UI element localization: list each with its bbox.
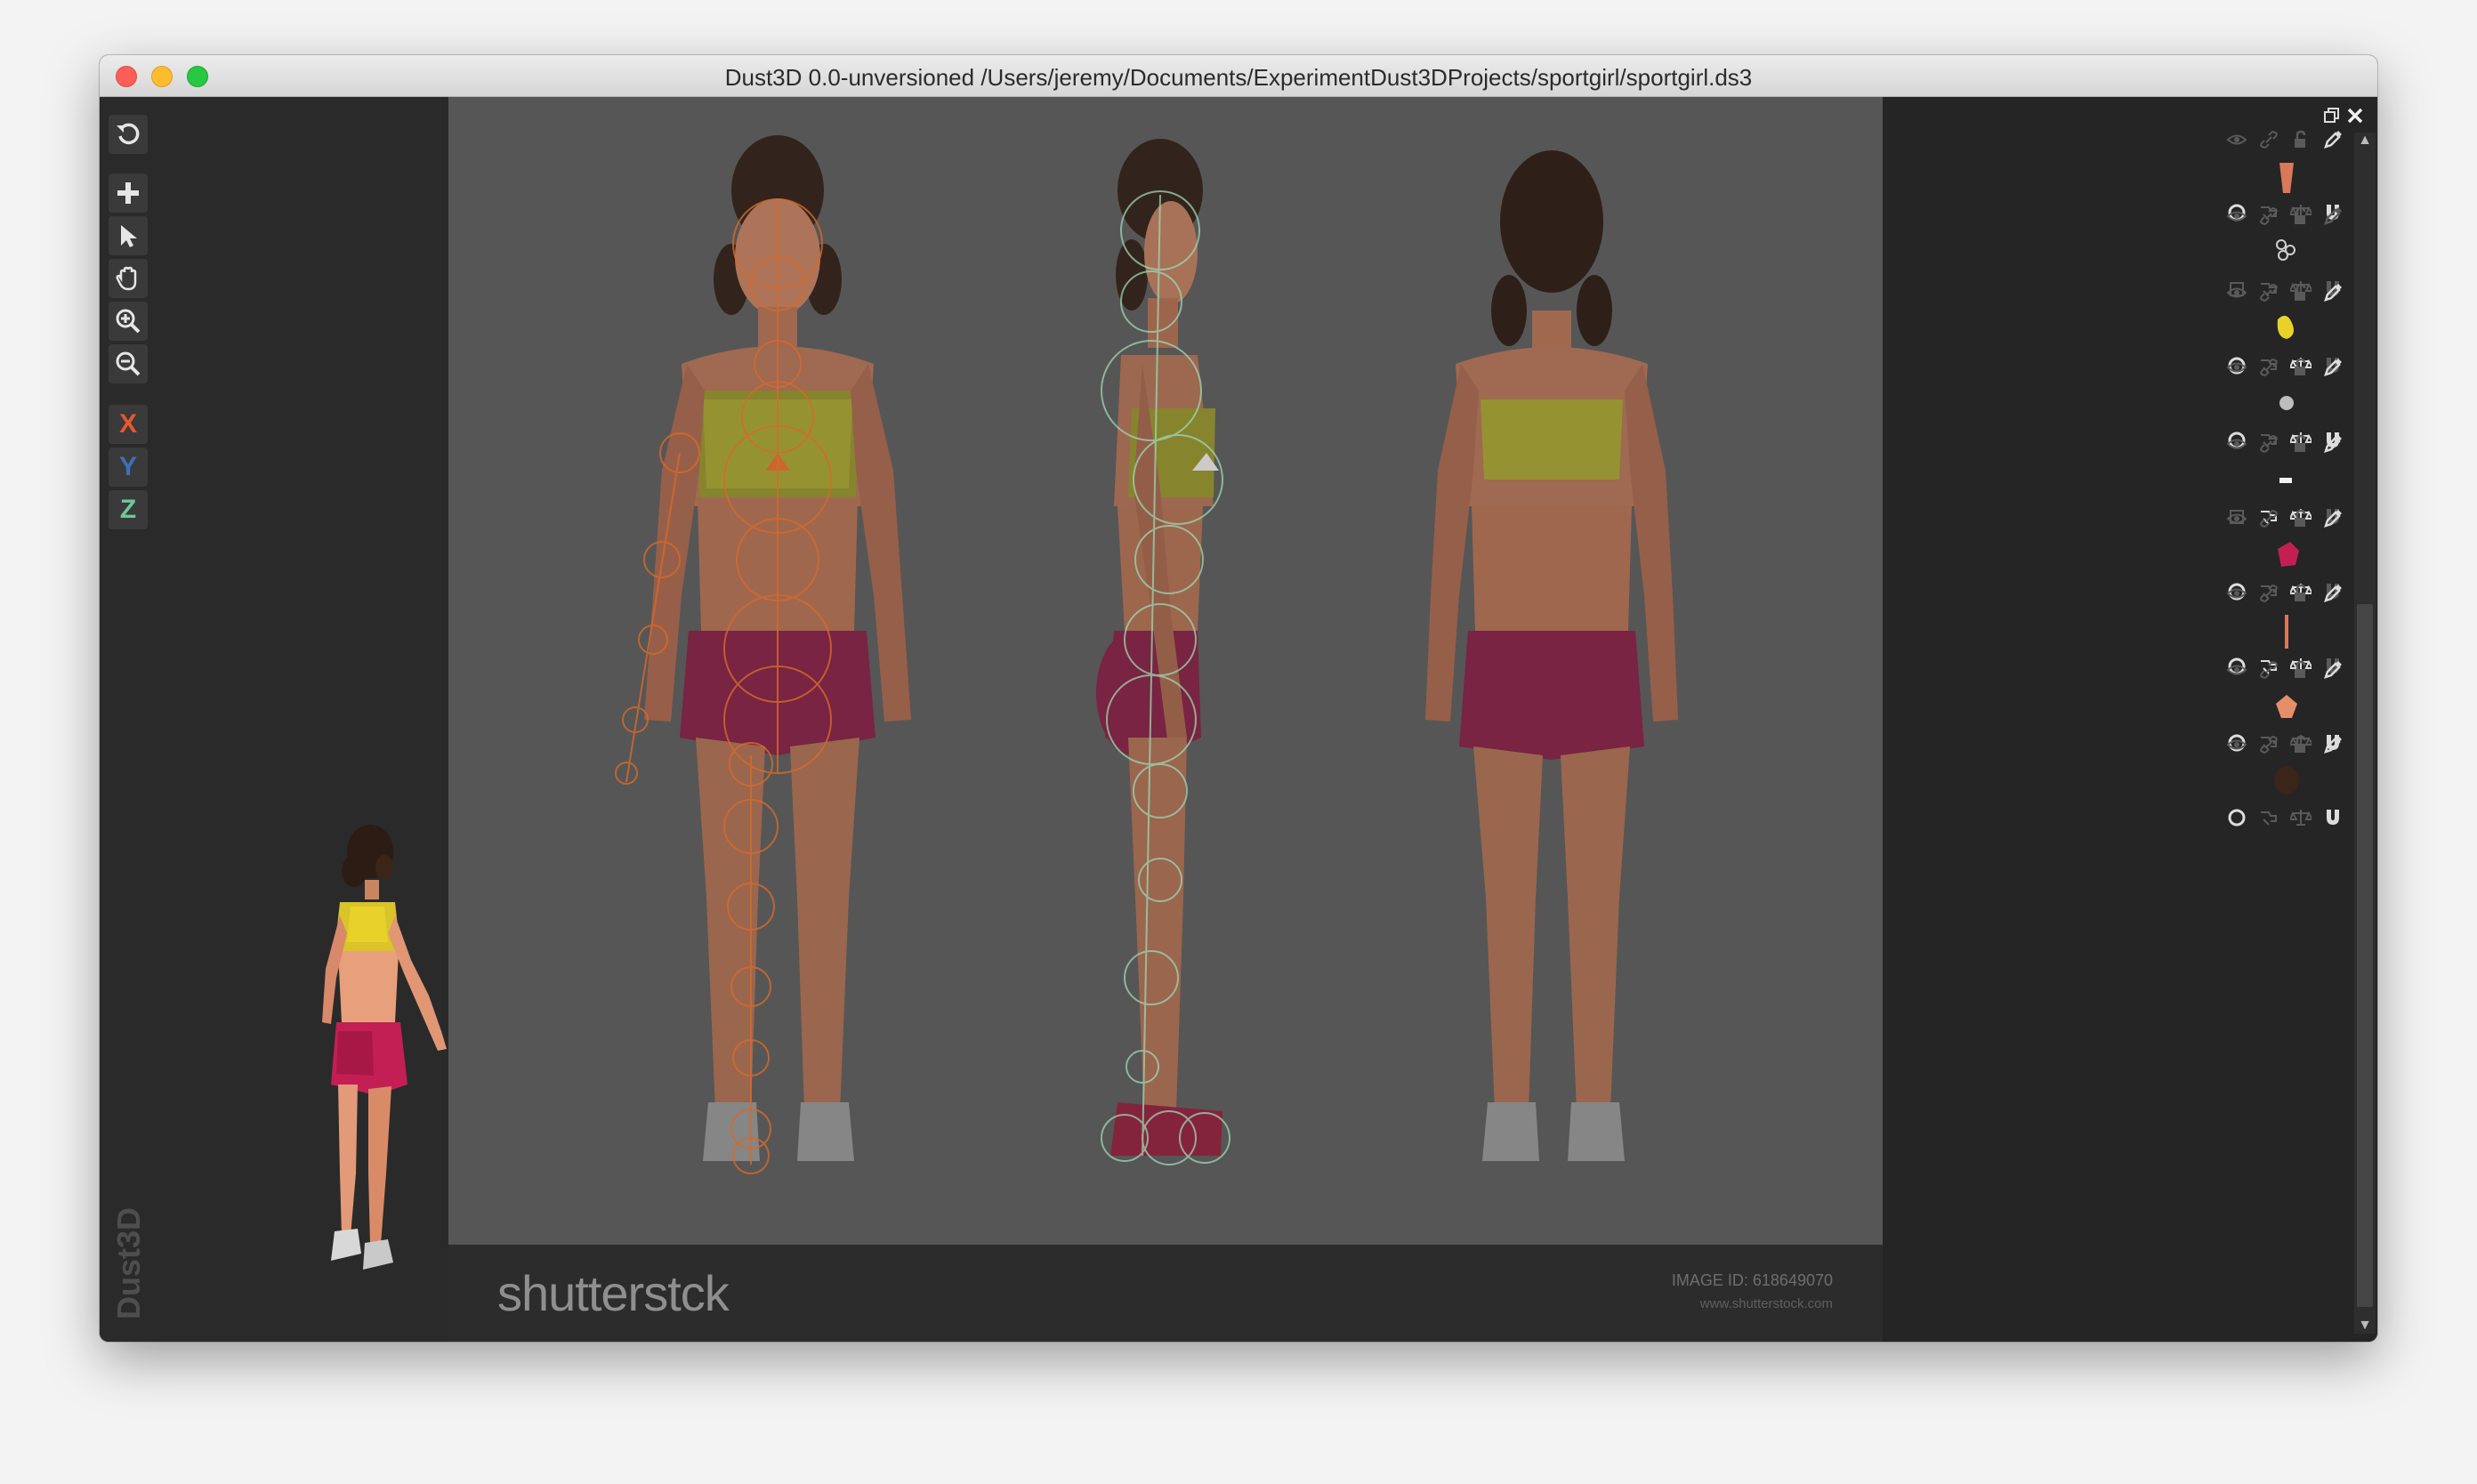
color-picker-icon[interactable] — [2322, 508, 2344, 529]
visibility-eye-icon[interactable] — [2226, 734, 2247, 755]
float-panel-button[interactable] — [2322, 106, 2342, 125]
color-picker-icon[interactable] — [2322, 659, 2344, 681]
visibility-eye-icon[interactable] — [2226, 206, 2247, 227]
parts-panel: ▲ ▼ — [1883, 97, 2377, 1342]
balance-scale-icon[interactable] — [2290, 807, 2312, 828]
link-icon[interactable] — [2258, 129, 2279, 150]
image-id-label: IMAGE ID: 618649070 — [1671, 1271, 1833, 1289]
select-icon — [121, 225, 137, 247]
visibility-eye-icon[interactable] — [2226, 659, 2247, 681]
visibility-eye-icon[interactable] — [2226, 357, 2247, 378]
link-icon[interactable] — [2258, 206, 2279, 227]
scroll-up-icon[interactable]: ▲ — [2356, 133, 2374, 149]
link-icon[interactable] — [2258, 357, 2279, 378]
app-window: Dust3D 0.0-unversioned /Users/jeremy/Doc… — [100, 55, 2377, 1342]
link-icon[interactable] — [2258, 583, 2279, 604]
link-icon[interactable] — [2258, 659, 2279, 681]
part-thumbnail[interactable] — [2269, 611, 2304, 652]
part-thumbnail[interactable] — [2269, 536, 2304, 577]
link-icon[interactable] — [2258, 433, 2279, 455]
part-thumbnail[interactable] — [2269, 385, 2304, 426]
lock-icon[interactable] — [2290, 659, 2312, 681]
part-thumbnail[interactable] — [2269, 462, 2304, 503]
drag-hand-button[interactable] — [109, 259, 148, 298]
close-panel-button[interactable] — [2345, 106, 2365, 125]
lock-icon[interactable] — [2290, 206, 2312, 227]
watermark-url: www.shutterstock.com — [1699, 1296, 1833, 1311]
undo-button[interactable] — [109, 115, 148, 154]
visibility-eye-icon[interactable] — [2226, 433, 2247, 455]
back-view — [1425, 150, 1678, 1161]
lock-icon[interactable] — [2290, 734, 2312, 755]
title-bar: Dust3D 0.0-unversioned /Users/jeremy/Doc… — [100, 55, 2377, 97]
visibility-eye-icon[interactable] — [2226, 129, 2247, 150]
scrollbar-thumb[interactable] — [2357, 604, 2373, 1307]
reference-canvas[interactable] — [448, 97, 1883, 1245]
color-picker-icon[interactable] — [2322, 357, 2344, 378]
part-thumbnail[interactable] — [2269, 762, 2304, 803]
part-thumbnail[interactable] — [2269, 157, 2304, 198]
add-button[interactable] — [109, 173, 148, 213]
link-icon[interactable] — [2258, 508, 2279, 529]
subdivision-circle-icon[interactable] — [2226, 807, 2247, 828]
lock-icon[interactable] — [2290, 357, 2312, 378]
select-button[interactable] — [109, 216, 148, 255]
part-thumbnail[interactable] — [2269, 311, 2304, 351]
zoom-in-button[interactable] — [109, 302, 148, 341]
color-picker-icon[interactable] — [2322, 734, 2344, 755]
magnet-icon[interactable] — [2322, 807, 2344, 828]
lock-icon[interactable] — [2290, 129, 2312, 150]
left-panel: X Y Z Dust3D — [100, 97, 448, 1342]
window-title: Dust3D 0.0-unversioned /Users/jeremy/Doc… — [724, 64, 1753, 91]
restore-icon — [2324, 108, 2339, 123]
add-icon — [117, 182, 139, 204]
link-icon[interactable] — [2258, 734, 2279, 755]
mirror-icon[interactable] — [2258, 807, 2279, 828]
part-thumbnail[interactable] — [2269, 234, 2304, 275]
lock-icon[interactable] — [2290, 282, 2312, 303]
visibility-eye-icon[interactable] — [2226, 508, 2247, 529]
undo-icon — [117, 123, 140, 145]
close-icon — [2347, 108, 2363, 124]
parts-scrollbar[interactable]: ▲ ▼ — [2354, 133, 2376, 1334]
x-axis-button[interactable]: X — [109, 405, 148, 444]
color-picker-icon[interactable] — [2322, 129, 2344, 150]
zoom-out-icon — [116, 351, 141, 376]
zoom-in-icon — [116, 309, 141, 334]
dust3d-brand: Dust3D — [109, 1201, 149, 1326]
visibility-eye-icon[interactable] — [2226, 583, 2247, 604]
reference-views — [615, 135, 1678, 1174]
lock-icon[interactable] — [2290, 583, 2312, 604]
part-thumbnail[interactable] — [2269, 688, 2304, 729]
visibility-eye-icon[interactable] — [2226, 282, 2247, 303]
lock-icon[interactable] — [2290, 508, 2312, 529]
zoom-out-button[interactable] — [109, 344, 148, 383]
part-item[interactable] — [1883, 734, 2342, 867]
shutterstock-logo: shutterstck — [497, 1265, 730, 1321]
link-icon[interactable] — [2258, 282, 2279, 303]
y-axis-button[interactable]: Y — [109, 448, 148, 487]
color-picker-icon[interactable] — [2322, 433, 2344, 455]
color-picker-icon[interactable] — [2322, 282, 2344, 303]
brand-text: Dust3D — [110, 1206, 147, 1320]
watermark-footer: shutterstck IMAGE ID: 618649070 www.shut… — [448, 1245, 1883, 1342]
lock-icon[interactable] — [2290, 433, 2312, 455]
z-axis-button[interactable]: Z — [109, 490, 148, 529]
color-picker-icon[interactable] — [2322, 583, 2344, 604]
drag-hand-icon — [116, 266, 137, 291]
model-preview[interactable] — [295, 818, 473, 1316]
color-picker-icon[interactable] — [2322, 206, 2344, 227]
scroll-down-icon[interactable]: ▼ — [2356, 1318, 2374, 1334]
